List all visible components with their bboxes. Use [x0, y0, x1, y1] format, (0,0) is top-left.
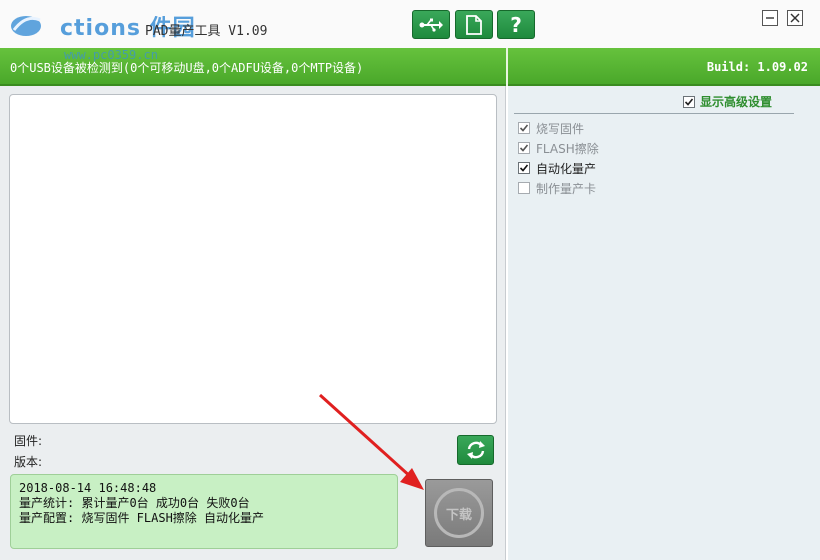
refresh-button[interactable] [457, 435, 494, 465]
usb-button[interactable] [412, 10, 450, 39]
download-button[interactable]: 下载 [425, 479, 493, 547]
build-version: Build: 1.09.02 [706, 60, 808, 74]
minimize-button[interactable] [762, 10, 778, 26]
title-bar: ctions 件园 PAD量产工具 V1.09 ? [0, 0, 820, 48]
app-logo-icon [11, 16, 41, 36]
log-timestamp: 2018-08-14 16:48:48 [19, 481, 157, 495]
checkmark-icon [684, 97, 694, 106]
watermark-url: www.pc0359.cn [64, 48, 158, 62]
advanced-settings-toggle[interactable]: 显示高级设置 [683, 93, 772, 110]
checkmark-icon [519, 164, 529, 172]
close-icon [790, 13, 800, 23]
log-statistics: 量产统计: 累计量产0台 成功0台 失败0台 [19, 496, 250, 510]
settings-pane: 显示高级设置 烧写固件 FLASH擦除 自动化量产 制作量产卡 [508, 86, 820, 560]
option-checkbox[interactable] [518, 122, 530, 134]
option-label: 制作量产卡 [536, 181, 597, 196]
checkmark-icon [519, 124, 529, 132]
option-list: 烧写固件 FLASH擦除 自动化量产 制作量产卡 [518, 118, 599, 198]
option-auto-production[interactable]: 自动化量产 [518, 158, 599, 178]
log-configuration: 量产配置: 烧写固件 FLASH擦除 自动化量产 [19, 511, 265, 525]
option-burn-firmware[interactable]: 烧写固件 [518, 118, 599, 138]
refresh-icon [466, 441, 485, 459]
advanced-settings-checkbox[interactable] [683, 95, 695, 108]
log-panel: 2018-08-14 16:48:48 量产统计: 累计量产0台 成功0台 失败… [10, 474, 398, 549]
option-label: 烧写固件 [536, 121, 585, 136]
device-count-text: 0个USB设备被检测到(0个可移动U盘,0个ADFU设备,0个MTP设备) [10, 61, 364, 75]
device-list[interactable] [9, 94, 497, 424]
document-icon [466, 14, 482, 35]
firmware-label: 固件: [14, 434, 43, 448]
usb-icon [419, 18, 443, 32]
option-checkbox[interactable] [518, 142, 530, 154]
option-flash-erase[interactable]: FLASH擦除 [518, 138, 599, 158]
option-label: 自动化量产 [536, 161, 597, 176]
status-divider [506, 48, 508, 86]
option-make-production-card[interactable]: 制作量产卡 [518, 178, 599, 198]
document-button[interactable] [455, 10, 493, 39]
download-circle-icon: 下载 [434, 488, 484, 538]
help-button[interactable]: ? [497, 10, 535, 39]
window-title: PAD量产工具 V1.09 [145, 24, 268, 39]
settings-divider [514, 113, 794, 114]
minimize-icon [766, 17, 774, 19]
option-label: FLASH擦除 [536, 141, 599, 156]
option-checkbox[interactable] [518, 182, 530, 194]
option-checkbox[interactable] [518, 162, 530, 174]
download-label: 下载 [445, 507, 472, 523]
version-label: 版本: [14, 455, 43, 469]
checkmark-icon [519, 144, 529, 152]
advanced-settings-label: 显示高级设置 [700, 95, 773, 109]
close-button[interactable] [787, 10, 803, 26]
help-icon: ? [510, 12, 522, 37]
